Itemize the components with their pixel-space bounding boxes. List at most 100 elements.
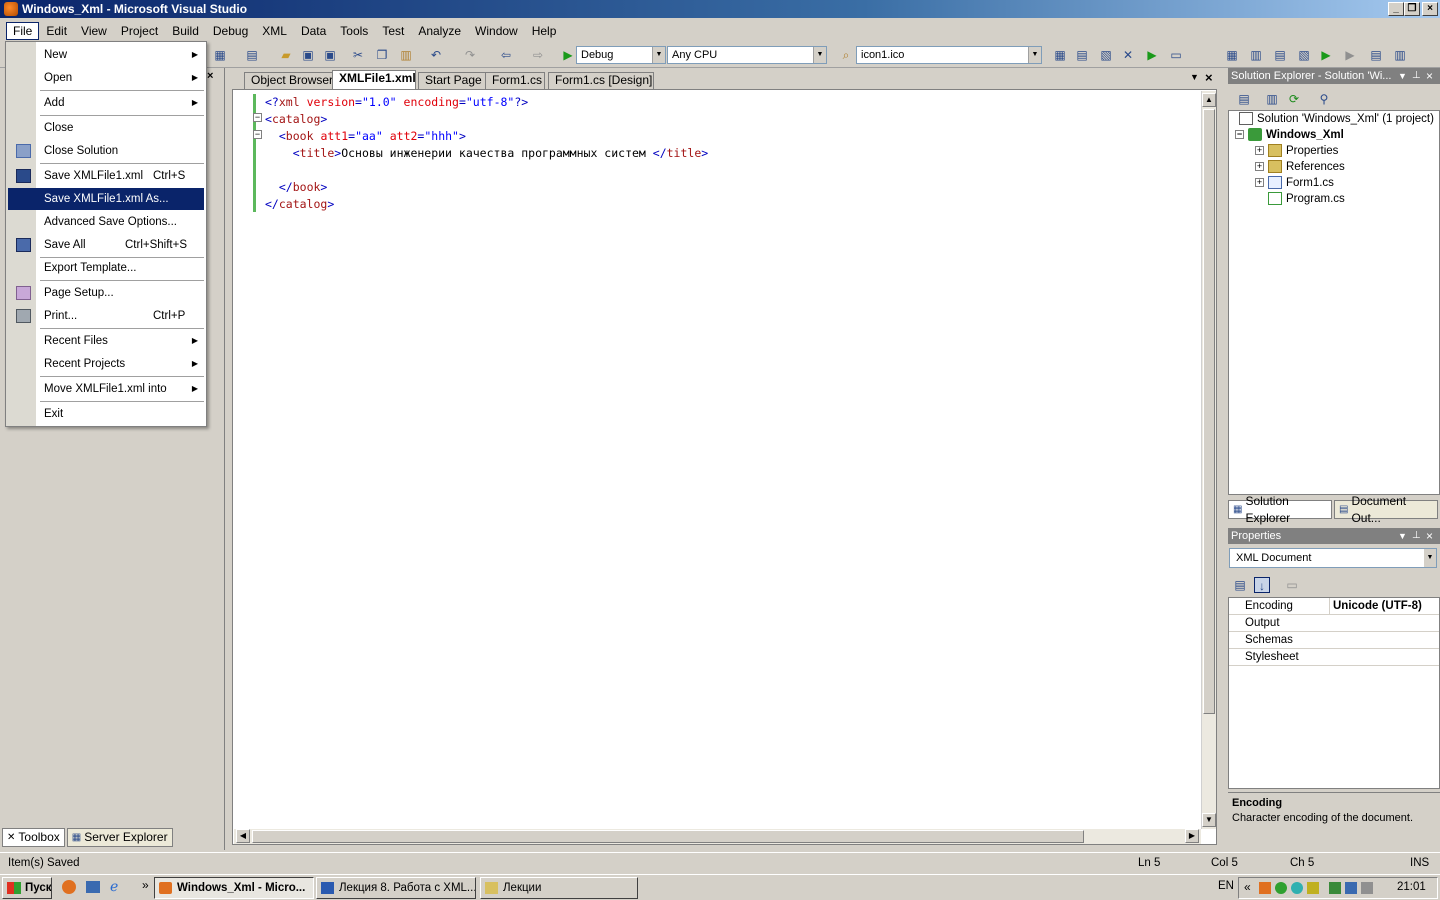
chevron-down-icon[interactable]: ▼: [1398, 528, 1407, 544]
expand-icon[interactable]: +: [1255, 146, 1264, 155]
close-button[interactable]: ×: [1422, 2, 1438, 16]
comment-icon[interactable]: ▤: [1368, 47, 1384, 63]
language-indicator[interactable]: EN: [1218, 880, 1234, 892]
start-debugging-icon[interactable]: ▶: [560, 47, 576, 63]
open-file-icon[interactable]: ▰: [278, 47, 294, 63]
quick-launch-more-icon[interactable]: »: [142, 878, 149, 892]
tab-solution-explorer[interactable]: ▦ Solution Explorer: [1228, 494, 1332, 525]
menu-file[interactable]: File: [6, 21, 40, 40]
xml-schema-icon[interactable]: ▦: [1224, 47, 1240, 63]
tray-monitor-icon[interactable]: [1329, 882, 1341, 894]
cut-icon[interactable]: ✂: [350, 47, 366, 63]
tree-node-properties[interactable]: + Properties: [1255, 144, 1338, 157]
task-visual-studio[interactable]: Windows_Xml - Micro...: [154, 877, 314, 899]
menu-item-exit[interactable]: Exit: [8, 403, 204, 425]
tray-update-icon[interactable]: [1307, 882, 1319, 894]
menu-item-close[interactable]: Close: [8, 117, 204, 139]
chevron-down-icon[interactable]: ▼: [652, 47, 665, 63]
pin-icon[interactable]: ⊥: [1412, 68, 1421, 84]
code-text[interactable]: <?xml version="1.0" encoding="utf-8"?> <c…: [265, 94, 708, 213]
chevron-down-icon[interactable]: ▼: [1424, 549, 1436, 567]
menu-help[interactable]: Help: [525, 22, 564, 40]
show-desktop-icon[interactable]: [86, 881, 100, 893]
scroll-left-icon[interactable]: ◀: [236, 829, 250, 843]
properties-object-combo[interactable]: XML Document ▼: [1229, 548, 1437, 568]
expand-icon[interactable]: +: [1255, 178, 1264, 187]
expand-icon[interactable]: +: [1255, 162, 1264, 171]
close-icon[interactable]: ×: [1426, 68, 1433, 84]
tab-form1-design[interactable]: Form1.cs [Design]: [548, 72, 654, 89]
redo-icon[interactable]: ↷: [462, 47, 478, 63]
menu-view[interactable]: View: [74, 22, 114, 40]
fold-book-icon[interactable]: −: [253, 130, 262, 139]
tree-node-references[interactable]: + References: [1255, 160, 1345, 173]
start-page-icon[interactable]: ▶: [1144, 47, 1160, 63]
tree-node-program[interactable]: Program.cs: [1268, 192, 1345, 205]
menu-xml[interactable]: XML: [255, 22, 294, 40]
debug-xslt-icon[interactable]: ▶: [1342, 47, 1358, 63]
restore-button[interactable]: ❐: [1404, 2, 1420, 16]
internet-explorer-icon[interactable]: ℯ: [110, 878, 118, 895]
add-item-icon[interactable]: ▦: [212, 47, 228, 63]
solution-platform-combo[interactable]: Any CPU ▼: [667, 46, 827, 64]
undo-icon[interactable]: ↶: [428, 47, 444, 63]
menu-item-export-template[interactable]: Export Template...: [8, 257, 204, 279]
menu-test[interactable]: Test: [375, 22, 411, 40]
show-all-files-icon[interactable]: ▥: [1264, 91, 1280, 107]
toolbox-icon[interactable]: ✕: [1120, 47, 1136, 63]
menu-item-save-all[interactable]: Save All Ctrl+Shift+S: [8, 234, 204, 256]
vertical-scrollbar[interactable]: ▲ ▼: [1201, 91, 1216, 829]
properties-icon[interactable]: ▤: [1236, 91, 1252, 107]
menu-item-save[interactable]: Save XMLFile1.xml Ctrl+S: [8, 165, 204, 187]
close-document-icon[interactable]: ×: [1205, 70, 1213, 85]
tab-object-browser[interactable]: Object Browser: [244, 72, 342, 89]
tray-app-icon[interactable]: [1259, 882, 1271, 894]
menu-item-save-as[interactable]: Save XMLFile1.xml As...: [8, 188, 204, 210]
xml-tree-icon[interactable]: ▥: [1248, 47, 1264, 63]
tab-form1-cs[interactable]: Form1.cs: [485, 72, 545, 89]
chevron-down-icon[interactable]: ▼: [1398, 68, 1407, 84]
menu-project[interactable]: Project: [114, 22, 165, 40]
menu-build[interactable]: Build: [165, 22, 206, 40]
tab-toolbox[interactable]: ✕ Toolbox: [2, 828, 65, 847]
menu-data[interactable]: Data: [294, 22, 333, 40]
indent-icon[interactable]: ▤: [1272, 47, 1288, 63]
menu-item-open[interactable]: Open ▶: [8, 67, 204, 89]
tab-document-outline[interactable]: ▤ Document Out...: [1334, 494, 1438, 525]
chevron-down-icon[interactable]: ▼: [1028, 47, 1041, 63]
alphabetical-icon[interactable]: ↓: [1254, 577, 1270, 593]
copy-icon[interactable]: ❐: [374, 47, 390, 63]
menu-debug[interactable]: Debug: [206, 22, 255, 40]
object-browser-icon[interactable]: ▧: [1098, 47, 1114, 63]
add-project-icon[interactable]: ▤: [244, 47, 260, 63]
task-folder-lectures[interactable]: Лекции: [480, 877, 638, 899]
navigate-forward-icon[interactable]: ⇨: [530, 47, 546, 63]
scroll-down-icon[interactable]: ▼: [1202, 813, 1216, 827]
run-xslt-icon[interactable]: ▶: [1318, 47, 1334, 63]
menu-edit[interactable]: Edit: [39, 22, 74, 40]
property-row-encoding[interactable]: Encoding Unicode (UTF-8): [1229, 598, 1439, 615]
uncomment-icon[interactable]: ▥: [1392, 47, 1408, 63]
save-all-icon[interactable]: ▣: [322, 47, 338, 63]
categorized-icon[interactable]: ▤: [1232, 577, 1248, 593]
command-window-icon[interactable]: ▭: [1168, 47, 1184, 63]
tray-security-icon[interactable]: [1291, 882, 1303, 894]
chevron-down-icon[interactable]: ▼: [813, 47, 826, 63]
class-diagram-icon[interactable]: ⚲: [1316, 91, 1332, 107]
menu-item-add[interactable]: Add ▶: [8, 92, 204, 114]
menu-item-move-into[interactable]: Move XMLFile1.xml into ▶: [8, 378, 204, 400]
tray-connection-icon[interactable]: [1345, 882, 1357, 894]
menu-item-recent-files[interactable]: Recent Files ▶: [8, 330, 204, 352]
start-button[interactable]: Пуск: [2, 877, 52, 899]
menu-analyze[interactable]: Analyze: [411, 22, 468, 40]
pin-icon[interactable]: ⊥: [1412, 528, 1421, 544]
vertical-scroll-thumb[interactable]: [1203, 109, 1215, 714]
clock[interactable]: 21:01: [1397, 881, 1426, 893]
property-pages-icon[interactable]: ▭: [1284, 577, 1300, 593]
active-files-icon[interactable]: ▼: [1190, 72, 1199, 82]
tab-xmlfile1[interactable]: XMLFile1.xml: [332, 70, 416, 89]
tree-node-form1[interactable]: + Form1.cs: [1255, 176, 1334, 189]
solution-config-combo[interactable]: Debug ▼: [576, 46, 666, 64]
xml-editor[interactable]: − − <?xml version="1.0" encoding="utf-8"…: [232, 89, 1217, 845]
task-word-document[interactable]: Лекция 8. Работа с XML...: [316, 877, 476, 899]
